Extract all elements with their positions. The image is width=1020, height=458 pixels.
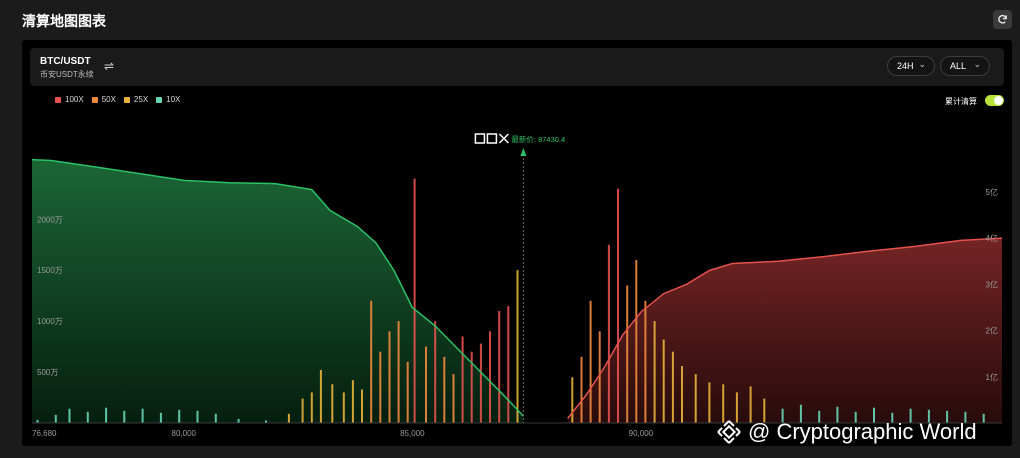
liquidation-bar: [331, 384, 334, 423]
liquidation-bar: [178, 409, 181, 423]
liquidation-bar: [105, 407, 108, 423]
liquidation-bar: [580, 356, 583, 423]
liquidation-bar: [86, 411, 89, 423]
long-cumulative-area: [32, 159, 524, 423]
liquidation-chart: 76,680 80,000 85,000 90,000 500万 1000万 1500万 20…: [31, 133, 1003, 438]
liquidation-bar: [413, 178, 416, 423]
liquidation-bar: [516, 270, 519, 423]
brand-logo-mark: [486, 133, 498, 144]
liquidation-bar: [310, 392, 313, 423]
liquidation-bar: [123, 410, 126, 423]
liquidation-bar: [617, 188, 619, 423]
binance-logo-icon: [717, 420, 741, 444]
y-tick-label-left: 2000万: [37, 215, 63, 224]
liquidation-bar: [370, 300, 373, 423]
x-tick-label: 76,680: [32, 429, 57, 438]
liquidation-bar: [425, 346, 427, 423]
liquidation-bar: [141, 408, 144, 423]
liquidation-bar: [498, 311, 501, 423]
y-tick-label-left: 1500万: [37, 266, 63, 275]
liquidation-bar: [379, 351, 382, 423]
y-tick-label-right: 5亿: [986, 187, 998, 197]
liquidation-bar: [287, 413, 290, 423]
liquidation-bar: [361, 389, 363, 423]
liquidation-bar: [598, 331, 601, 423]
x-tick-label: 90,000: [629, 429, 654, 438]
liquidation-bar: [342, 392, 345, 423]
liquidation-bar: [237, 418, 240, 423]
liquidation-bar: [159, 412, 162, 423]
price-marker-arrow: [520, 148, 527, 156]
liquidation-bar: [452, 374, 455, 423]
liquidation-bar: [681, 366, 683, 423]
y-tick-label-right: 3亿: [986, 279, 998, 289]
x-tick-label: 80,000: [172, 429, 197, 438]
liquidation-bar: [671, 351, 674, 423]
y-tick-label-left: 500万: [37, 368, 58, 377]
watermark: @ Cryptographic World: [716, 419, 977, 445]
liquidation-bar: [589, 300, 592, 423]
liquidation-bar: [644, 300, 647, 423]
watermark-text: @ Cryptographic World: [748, 419, 977, 444]
y-tick-label-right: 1亿: [986, 372, 998, 382]
liquidation-bar: [68, 408, 71, 423]
liquidation-bar: [196, 410, 199, 423]
liquidation-bar: [662, 339, 665, 423]
short-cumulative-area: [567, 238, 1002, 423]
liquidation-bar: [301, 398, 304, 423]
liquidation-bar: [626, 285, 629, 423]
liquidation-bar: [406, 361, 409, 423]
price-marker-label: 最新价: 87430.4: [511, 134, 565, 144]
liquidation-bar: [319, 370, 322, 423]
brand-logo-mark: [498, 133, 509, 144]
brand-logo-mark: [474, 133, 486, 144]
liquidation-bar: [653, 321, 656, 423]
brand-logo-icon: [474, 133, 509, 144]
y-tick-label-left: 1000万: [37, 317, 63, 326]
liquidation-bar: [507, 305, 510, 423]
liquidation-bar: [749, 386, 752, 423]
liquidation-bar: [351, 380, 354, 423]
liquidation-bar: [461, 336, 464, 423]
liquidation-bar: [434, 321, 437, 423]
liquidation-bar: [443, 356, 446, 423]
liquidation-bar: [54, 414, 57, 423]
liquidation-bar: [722, 384, 725, 423]
liquidation-bar: [635, 260, 638, 423]
liquidation-bar: [214, 413, 217, 423]
y-tick-label-right: 2亿: [986, 326, 998, 336]
liquidation-bar: [479, 343, 482, 423]
liquidation-bar: [694, 374, 697, 423]
liquidation-bar: [397, 321, 400, 423]
liquidation-bar: [607, 244, 610, 423]
y-tick-label-right: 4亿: [986, 233, 998, 243]
liquidation-bar: [489, 331, 491, 423]
liquidation-bar: [708, 382, 711, 423]
x-tick-label: 85,000: [400, 429, 425, 438]
liquidation-bar: [982, 413, 985, 423]
liquidation-bar: [571, 377, 574, 423]
liquidation-bar: [388, 331, 391, 423]
